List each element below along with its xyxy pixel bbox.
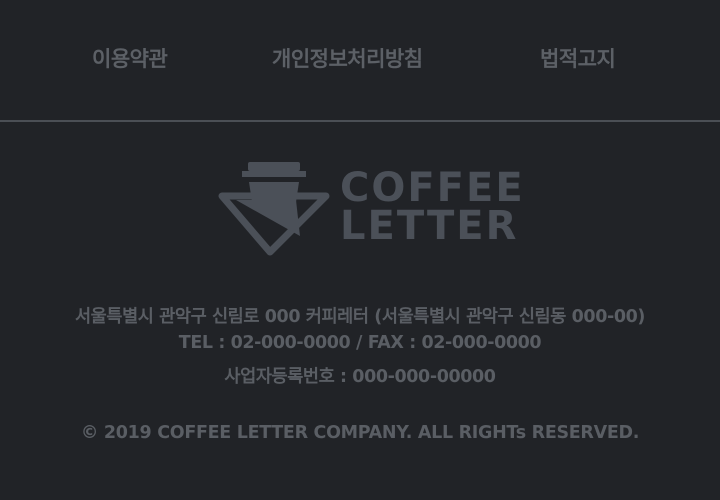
- privacy-policy-link[interactable]: 개인정보처리방침: [272, 43, 423, 73]
- copyright-notice: © 2019 COFFEE LETTER COMPANY. ALL RIGHTs…: [80, 423, 640, 443]
- legal-notice-link[interactable]: 법적고지: [540, 43, 616, 73]
- company-phone-fax: TEL : 02-000-0000 / FAX : 02-000-0000: [178, 333, 542, 353]
- site-footer: 이용약관 개인정보처리방침 법적고지 COFFEE LETTER 서울특별시 관…: [0, 0, 720, 500]
- footer-nav: 이용약관 개인정보처리방침 법적고지: [0, 0, 720, 120]
- business-registration-number: 사업자등록번호 : 000-000-00000: [224, 367, 496, 387]
- footer-divider: [0, 120, 720, 122]
- company-address: 서울특별시 관악구 신림로 000 커피레터 (서울특별시 관악구 신림동 00…: [74, 307, 645, 327]
- coffee-letter-logo: COFFEE LETTER: [218, 160, 523, 260]
- logo-wordmark-line2: LETTER: [340, 203, 519, 249]
- logo-wordmark-line1: COFFEE: [340, 165, 525, 211]
- coffee-cup-envelope-icon: [218, 162, 330, 256]
- terms-link[interactable]: 이용약관: [92, 43, 168, 73]
